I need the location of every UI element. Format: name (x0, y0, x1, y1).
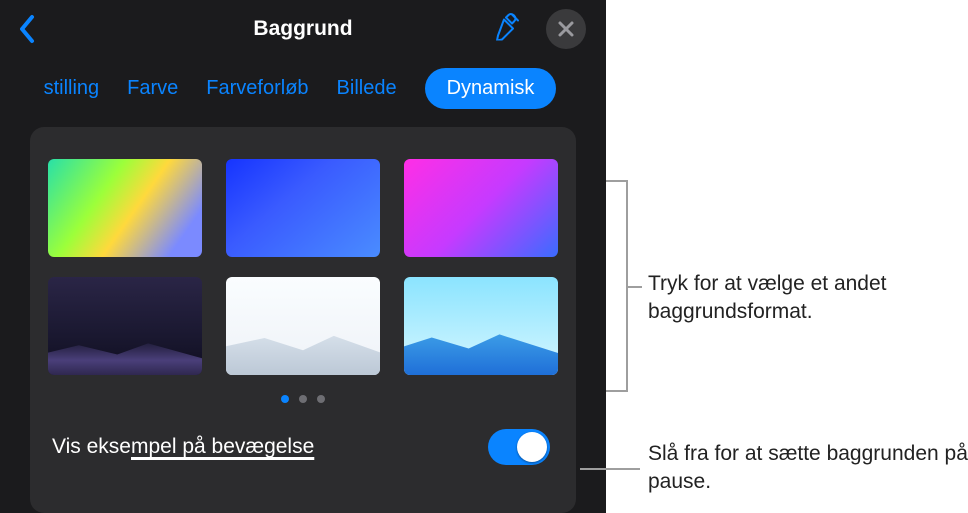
motion-preview-label-underlined: mpel på bevægelse (131, 435, 314, 458)
dynamic-preset-2[interactable] (226, 159, 380, 257)
thumbnail-card: Vis eksempel på bevægelse (30, 127, 576, 513)
leader-line (606, 180, 628, 182)
eyedropper-icon (492, 13, 520, 41)
leader-line (628, 286, 642, 288)
motion-preview-row: Vis eksempel på bevægelse (48, 429, 558, 465)
dynamic-preset-5[interactable] (226, 277, 380, 375)
callout-pause-background: Slå fra for at sætte baggrunden på pause… (648, 440, 968, 497)
page-dot-3[interactable] (317, 395, 325, 403)
page-dot-1[interactable] (281, 395, 289, 403)
dynamic-preset-3[interactable] (404, 159, 558, 257)
toggle-knob (517, 432, 547, 462)
eyedropper-button[interactable] (492, 13, 520, 46)
tab-stilling[interactable]: stilling (44, 77, 100, 100)
chevron-left-icon (18, 14, 36, 44)
callout-select-format: Tryk for at vælge et andet baggrundsform… (648, 270, 968, 327)
dynamic-preset-4[interactable] (48, 277, 202, 375)
page-indicator (48, 395, 558, 403)
tab-dynamisk[interactable]: Dynamisk (425, 68, 557, 109)
leader-line (606, 390, 628, 392)
background-panel: Baggrund stilling Farve Farveforløb Bill… (0, 0, 606, 513)
tab-bar: stilling Farve Farveforløb Billede Dynam… (0, 58, 606, 127)
tab-billede[interactable]: Billede (337, 77, 397, 100)
dynamic-preset-1[interactable] (48, 159, 202, 257)
tab-farveforloeb[interactable]: Farveforløb (206, 77, 308, 100)
motion-preview-toggle[interactable] (488, 429, 550, 465)
close-icon (557, 20, 575, 38)
thumbnail-grid (48, 159, 558, 375)
leader-line (580, 468, 640, 470)
dynamic-preset-6[interactable] (404, 277, 558, 375)
close-button[interactable] (546, 9, 586, 49)
page-dot-2[interactable] (299, 395, 307, 403)
tab-farve[interactable]: Farve (127, 77, 178, 100)
back-button[interactable] (18, 14, 36, 44)
motion-preview-label: Vis eksempel på bevægelse (52, 435, 314, 459)
panel-title: Baggrund (253, 17, 352, 41)
motion-preview-label-prefix: Vis ekse (52, 435, 131, 458)
panel-header: Baggrund (0, 0, 606, 58)
